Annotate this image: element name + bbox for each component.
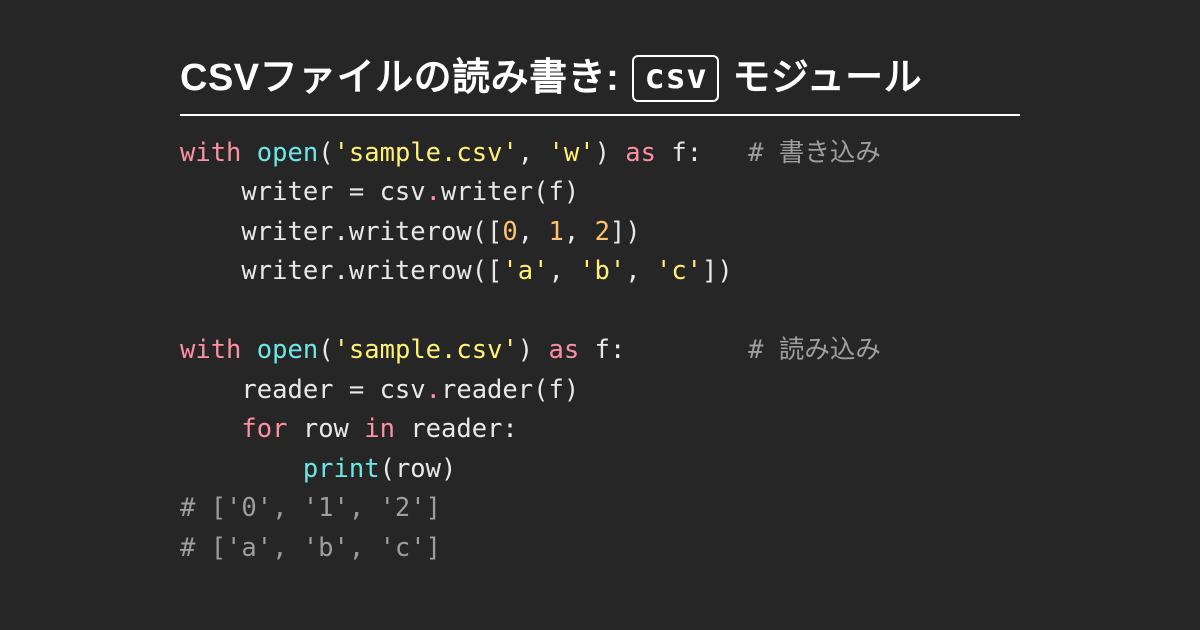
code-token: # ['a', 'b', 'c'] [180, 533, 441, 563]
code-token: 'b' [579, 256, 625, 286]
code-token [241, 335, 256, 365]
code-token: , [625, 256, 656, 286]
code-token: , [548, 256, 579, 286]
code-token: (row) [380, 454, 457, 484]
code-token: # 読み込み [748, 335, 881, 365]
code-line: for row in reader: [180, 414, 518, 444]
code-token: open [257, 138, 318, 168]
code-token: reader(f) [441, 375, 579, 405]
code-token: ( [318, 138, 333, 168]
code-token: . [426, 375, 441, 405]
code-token: as [549, 335, 580, 365]
code-token [180, 414, 241, 444]
title-post: モジュール [721, 57, 922, 99]
code-token: ]) [702, 256, 733, 286]
code-token [180, 454, 303, 484]
code-token: as [625, 138, 656, 168]
code-token: 'sample.csv' [334, 138, 518, 168]
code-line: # ['0', '1', '2'] [180, 493, 441, 523]
code-token: row [287, 414, 364, 444]
code-line: print(row) [180, 454, 456, 484]
code-token: # 書き込み [748, 138, 881, 168]
code-token: ( [318, 335, 333, 365]
code-token: open [257, 335, 318, 365]
title-pre: CSVファイルの読み書き: [180, 57, 630, 99]
code-token: ]) [610, 217, 641, 247]
code-token: # ['0', '1', '2'] [180, 493, 441, 523]
code-token: 'c' [656, 256, 702, 286]
code-token: 'w' [549, 138, 595, 168]
code-line: writer = csv.writer(f) [180, 177, 579, 207]
code-line: with open('sample.csv') as f: # 読み込み [180, 335, 881, 365]
code-token: writer = csv [180, 177, 426, 207]
code-token: , [518, 217, 549, 247]
code-line: writer.writerow(['a', 'b', 'c']) [180, 256, 733, 286]
code-token: writer.writerow([ [180, 256, 502, 286]
code-token: ) [595, 138, 626, 168]
code-line: reader = csv.reader(f) [180, 375, 579, 405]
code-token: 1 [548, 217, 563, 247]
code-token: for [241, 414, 287, 444]
code-token: 'a' [502, 256, 548, 286]
code-token [241, 138, 256, 168]
code-token: print [303, 454, 380, 484]
code-token: with [180, 335, 241, 365]
code-token: 0 [502, 217, 517, 247]
code-block: with open('sample.csv', 'w') as f: # 書き込… [180, 134, 1020, 569]
page-title: CSVファイルの読み書き: csv モジュール [180, 46, 1020, 116]
code-token: , [564, 217, 595, 247]
code-line: with open('sample.csv', 'w') as f: # 書き込… [180, 138, 881, 168]
code-token: reader: [395, 414, 518, 444]
code-token: f: [656, 138, 748, 168]
code-token: f: [579, 335, 748, 365]
code-token: ) [518, 335, 549, 365]
code-token: . [426, 177, 441, 207]
code-token: with [180, 138, 241, 168]
code-token: , [518, 138, 549, 168]
code-token: writer(f) [441, 177, 579, 207]
code-line: # ['a', 'b', 'c'] [180, 533, 441, 563]
code-token: 2 [595, 217, 610, 247]
title-term: csv [632, 55, 719, 102]
code-token: 'sample.csv' [334, 335, 518, 365]
code-token: in [364, 414, 395, 444]
code-token: writer.writerow([ [180, 217, 502, 247]
code-token: reader = csv [180, 375, 426, 405]
code-line: writer.writerow([0, 1, 2]) [180, 217, 641, 247]
